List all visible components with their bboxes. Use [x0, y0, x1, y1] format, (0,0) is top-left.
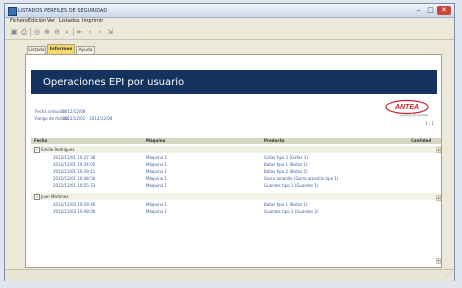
- tab-ayuda[interactable]: Ayuda: [76, 46, 95, 54]
- cell-fecha: 2012/12/01 10:55:33: [53, 183, 96, 188]
- cell-maquina: Máquina 1: [146, 162, 167, 167]
- save-icon[interactable]: ▣: [10, 28, 18, 36]
- creation-date-label: Fecha creación:: [35, 109, 67, 114]
- close-button[interactable]: ✕: [437, 6, 451, 15]
- menu-listados[interactable]: Listados: [59, 18, 80, 24]
- scroll-down-button[interactable]: ▾: [436, 258, 441, 264]
- cell-producto: Botas tipo 1 (Botas 1): [264, 202, 308, 207]
- menu-imprimir[interactable]: Imprimir: [82, 18, 103, 24]
- table-row[interactable]: 2012/12/01 10:48:56 Máquina 1 Gorro amar…: [31, 176, 441, 182]
- scroll-up-button[interactable]: ▴: [436, 195, 441, 201]
- collapse-toggle[interactable]: −: [34, 194, 40, 200]
- cell-producto: Gafas tipo 1 (Gafas 1): [264, 155, 308, 160]
- minimize-button[interactable]: –: [413, 6, 424, 15]
- cell-fecha: 2012/12/03 10:29:46: [53, 202, 96, 207]
- table-row[interactable]: 2012/12/03 10:48:06 Máquina 1 Guantes ti…: [31, 209, 441, 215]
- table-row[interactable]: 2012/12/01 10:27:38 Máquina 1 Gafas tipo…: [31, 155, 441, 161]
- cell-producto: Botas tipo 1 (Botas 1): [264, 162, 308, 167]
- app-icon: [8, 7, 17, 16]
- scroll-up-button[interactable]: ▴: [436, 147, 441, 153]
- logo-tagline: soluciones de seguridad: [400, 113, 429, 117]
- maximize-button[interactable]: □: [425, 6, 436, 15]
- cell-maquina: Máquina 1: [146, 202, 167, 207]
- search-icon[interactable]: ⌕: [63, 28, 71, 36]
- cell-producto: Gorro amarillo (Gorro amarillo tipo 1): [264, 176, 339, 181]
- cell-fecha: 2012/12/01 10:39:11: [53, 169, 96, 174]
- preview-icon[interactable]: ◎: [33, 28, 41, 36]
- cell-fecha: 2012/12/01 10:34:05: [53, 162, 96, 167]
- col-cantidad[interactable]: Cantidad: [411, 138, 431, 144]
- table-row[interactable]: 2012/12/01 10:39:11 Máquina 1 Botas tipo…: [31, 169, 441, 175]
- toolbar-separator: [73, 28, 74, 36]
- zoom-in-icon[interactable]: ⊕: [43, 28, 51, 36]
- app-window: LISTADOS PERFILES DE SEGURIDAD – □ ✕ Fic…: [4, 3, 455, 281]
- cell-maquina: Máquina 1: [146, 155, 167, 160]
- cell-producto: Guantes tipo 1 (Guantes 1): [264, 183, 319, 188]
- cell-producto: Guantes tipo 2 (Guantes 2): [264, 209, 319, 214]
- group-row[interactable]: − Emilio Rodríguez: [31, 146, 441, 153]
- tab-strip: Listado Informes Ayuda: [5, 42, 454, 54]
- cell-fecha: 2012/12/03 10:48:06: [53, 209, 96, 214]
- cell-maquina: Máquina 1: [146, 169, 167, 174]
- cell-fecha: 2012/12/01 10:48:56: [53, 176, 96, 181]
- first-page-icon[interactable]: ⇤: [76, 28, 84, 36]
- title-bar[interactable]: LISTADOS PERFILES DE SEGURIDAD – □ ✕: [5, 4, 454, 18]
- menu-ver[interactable]: Ver: [47, 18, 55, 24]
- resize-grip-icon[interactable]: ⋰: [445, 272, 451, 278]
- cell-producto: Botas tipo 2 (Botas 2): [264, 169, 308, 174]
- company-logo: ANTEA soluciones de seguridad: [384, 99, 430, 117]
- tab-informes[interactable]: Informes: [47, 44, 75, 54]
- zoom-out-icon[interactable]: ⊖: [53, 28, 61, 36]
- report-title: Operaciones EPI por usuario: [43, 77, 185, 88]
- menu-bar: Fichero Edición Ver Listados Imprimir: [5, 17, 454, 25]
- print-icon[interactable]: ⎙: [20, 28, 28, 36]
- creation-date-row: Fecha creación: 2012/12/08: [35, 109, 85, 114]
- export-icon[interactable]: ⇲: [106, 28, 114, 36]
- creation-date-value: 2012/12/08: [62, 109, 86, 114]
- menu-fichero[interactable]: Fichero: [10, 18, 28, 24]
- zoom-level[interactable]: 1 : 1: [425, 121, 434, 126]
- col-producto[interactable]: Producto: [264, 138, 284, 144]
- col-fecha[interactable]: Fecha: [34, 138, 47, 144]
- group-row[interactable]: − Juan Martínez: [31, 193, 441, 200]
- window-title: LISTADOS PERFILES DE SEGURIDAD: [18, 8, 108, 14]
- cell-maquina: Máquina 1: [146, 183, 167, 188]
- toolbar: ▣ ⎙ ◎ ⊕ ⊖ ⌕ ⇤ ‹ › ⇲: [5, 25, 454, 40]
- cell-maquina: Máquina 1: [146, 176, 167, 181]
- cell-fecha: 2012/12/01 10:27:38: [53, 155, 96, 160]
- cell-maquina: Máquina 1: [146, 209, 167, 214]
- menu-edicion[interactable]: Edición: [28, 18, 46, 24]
- col-maquina[interactable]: Máquina: [146, 138, 165, 144]
- collapse-toggle[interactable]: −: [34, 147, 40, 153]
- toolbar-separator: [30, 28, 31, 36]
- logo-wordmark: ANTEA: [394, 104, 419, 111]
- group-name: Juan Martínez: [41, 194, 69, 199]
- table-row[interactable]: 2012/12/01 10:55:33 Máquina 1 Guantes ti…: [31, 183, 441, 189]
- table-row[interactable]: 2012/12/01 10:34:05 Máquina 1 Botas tipo…: [31, 162, 441, 168]
- group-name: Emilio Rodríguez: [41, 147, 75, 152]
- tab-listado[interactable]: Listado: [27, 46, 46, 54]
- date-range-row: Rango de fechas: 2012/12/01 - 2012/12/08: [35, 116, 112, 121]
- next-page-icon[interactable]: ›: [96, 28, 104, 36]
- report-viewer[interactable]: Operaciones EPI por usuario Fecha creaci…: [25, 54, 442, 268]
- date-range-value: 2012/12/01 - 2012/12/08: [62, 116, 113, 121]
- prev-page-icon[interactable]: ‹: [86, 28, 94, 36]
- table-header: Fecha Máquina Producto Cantidad: [31, 138, 441, 144]
- table-row[interactable]: 2012/12/03 10:29:46 Máquina 1 Botas tipo…: [31, 202, 441, 208]
- status-bar: [5, 269, 454, 281]
- report-title-bar: Operaciones EPI por usuario: [31, 70, 437, 94]
- date-range-label: Rango de fechas:: [35, 116, 70, 121]
